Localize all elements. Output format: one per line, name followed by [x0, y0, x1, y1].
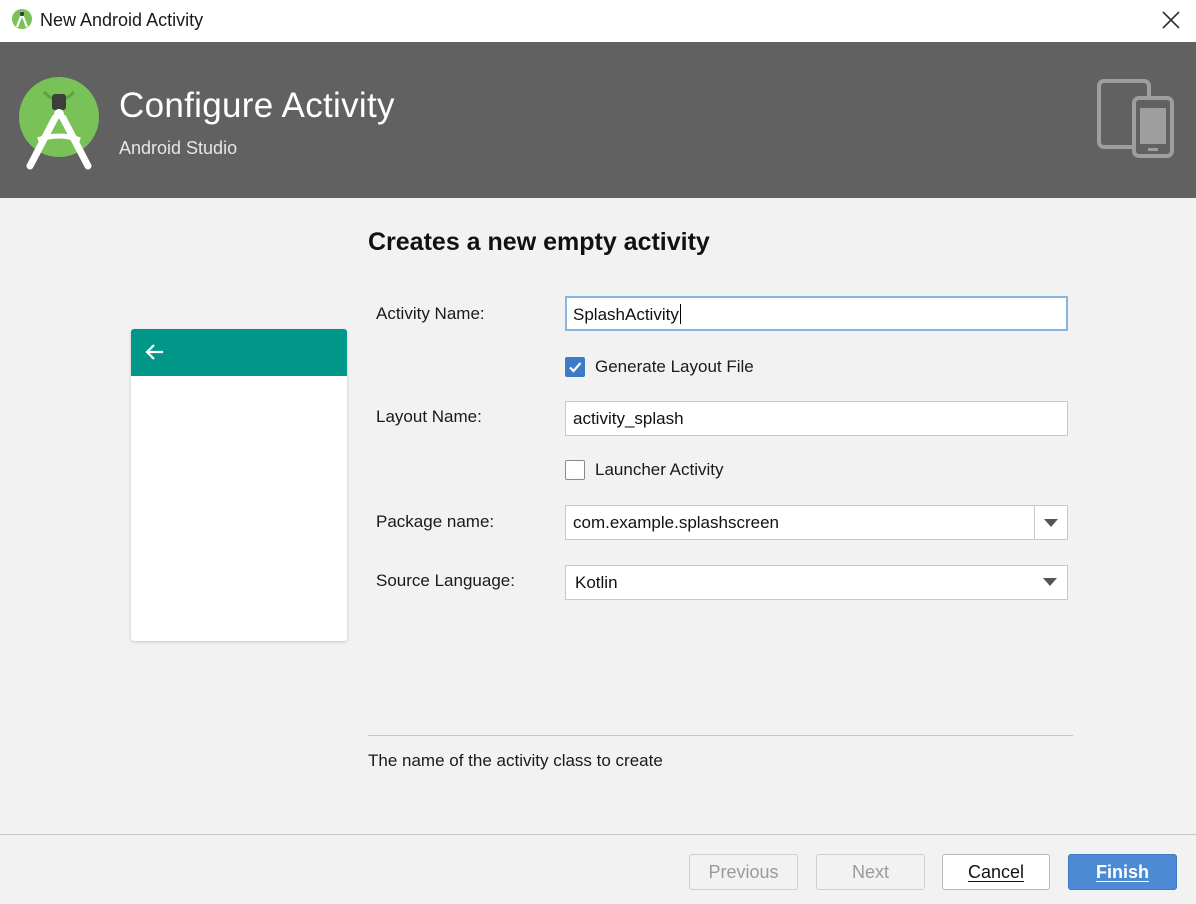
package-name-dropdown-button[interactable]: [1034, 506, 1067, 539]
generate-layout-checkbox[interactable]: [565, 357, 585, 377]
package-name-combobox[interactable]: com.example.splashscreen: [565, 505, 1068, 540]
arrow-back-icon: [145, 344, 163, 360]
devices-icon: [1097, 79, 1174, 158]
header-title: Configure Activity: [119, 86, 395, 125]
android-studio-icon: [12, 9, 32, 29]
title-bar: New Android Activity: [0, 0, 1196, 42]
chevron-down-icon: [1043, 578, 1057, 586]
checkmark-icon: [569, 362, 582, 373]
package-name-label: Package name:: [376, 512, 495, 531]
package-name-value: com.example.splashscreen: [573, 513, 779, 532]
chevron-down-icon: [1044, 518, 1058, 527]
activity-name-input[interactable]: SplashActivity: [565, 296, 1068, 331]
next-button[interactable]: Next: [816, 854, 925, 890]
launcher-activity-checkbox[interactable]: [565, 460, 585, 480]
preview-app-bar: [131, 329, 347, 376]
layout-name-input[interactable]: activity_splash: [565, 401, 1068, 436]
cancel-button[interactable]: Cancel: [942, 854, 1050, 890]
divider: [368, 735, 1073, 736]
launcher-activity-label: Launcher Activity: [595, 460, 724, 479]
source-language-value: Kotlin: [575, 573, 618, 592]
field-description: The name of the activity class to create: [368, 751, 663, 770]
activity-preview: [131, 329, 347, 641]
source-language-label: Source Language:: [376, 571, 515, 590]
previous-button[interactable]: Previous: [689, 854, 798, 890]
launcher-activity-checkbox-row[interactable]: Launcher Activity: [565, 460, 724, 480]
finish-button[interactable]: Finish: [1068, 854, 1177, 890]
content-area: Creates a new empty activity Activity Na…: [0, 198, 1196, 834]
activity-name-value: SplashActivity: [573, 305, 679, 324]
header-banner: Configure Activity Android Studio: [0, 42, 1196, 198]
section-title: Creates a new empty activity: [368, 228, 710, 256]
footer-bar: Previous Next Cancel Finish: [0, 834, 1196, 904]
window-title: New Android Activity: [40, 10, 204, 30]
layout-name-value: activity_splash: [573, 409, 684, 428]
android-studio-logo-icon: [19, 77, 99, 170]
activity-name-label: Activity Name:: [376, 304, 485, 323]
layout-name-label: Layout Name:: [376, 407, 482, 426]
close-icon[interactable]: [1160, 9, 1182, 31]
text-caret: [679, 304, 681, 324]
generate-layout-checkbox-row[interactable]: Generate Layout File: [565, 357, 754, 377]
header-subtitle: Android Studio: [119, 138, 238, 158]
source-language-select[interactable]: Kotlin: [565, 565, 1068, 600]
generate-layout-label: Generate Layout File: [595, 357, 754, 376]
